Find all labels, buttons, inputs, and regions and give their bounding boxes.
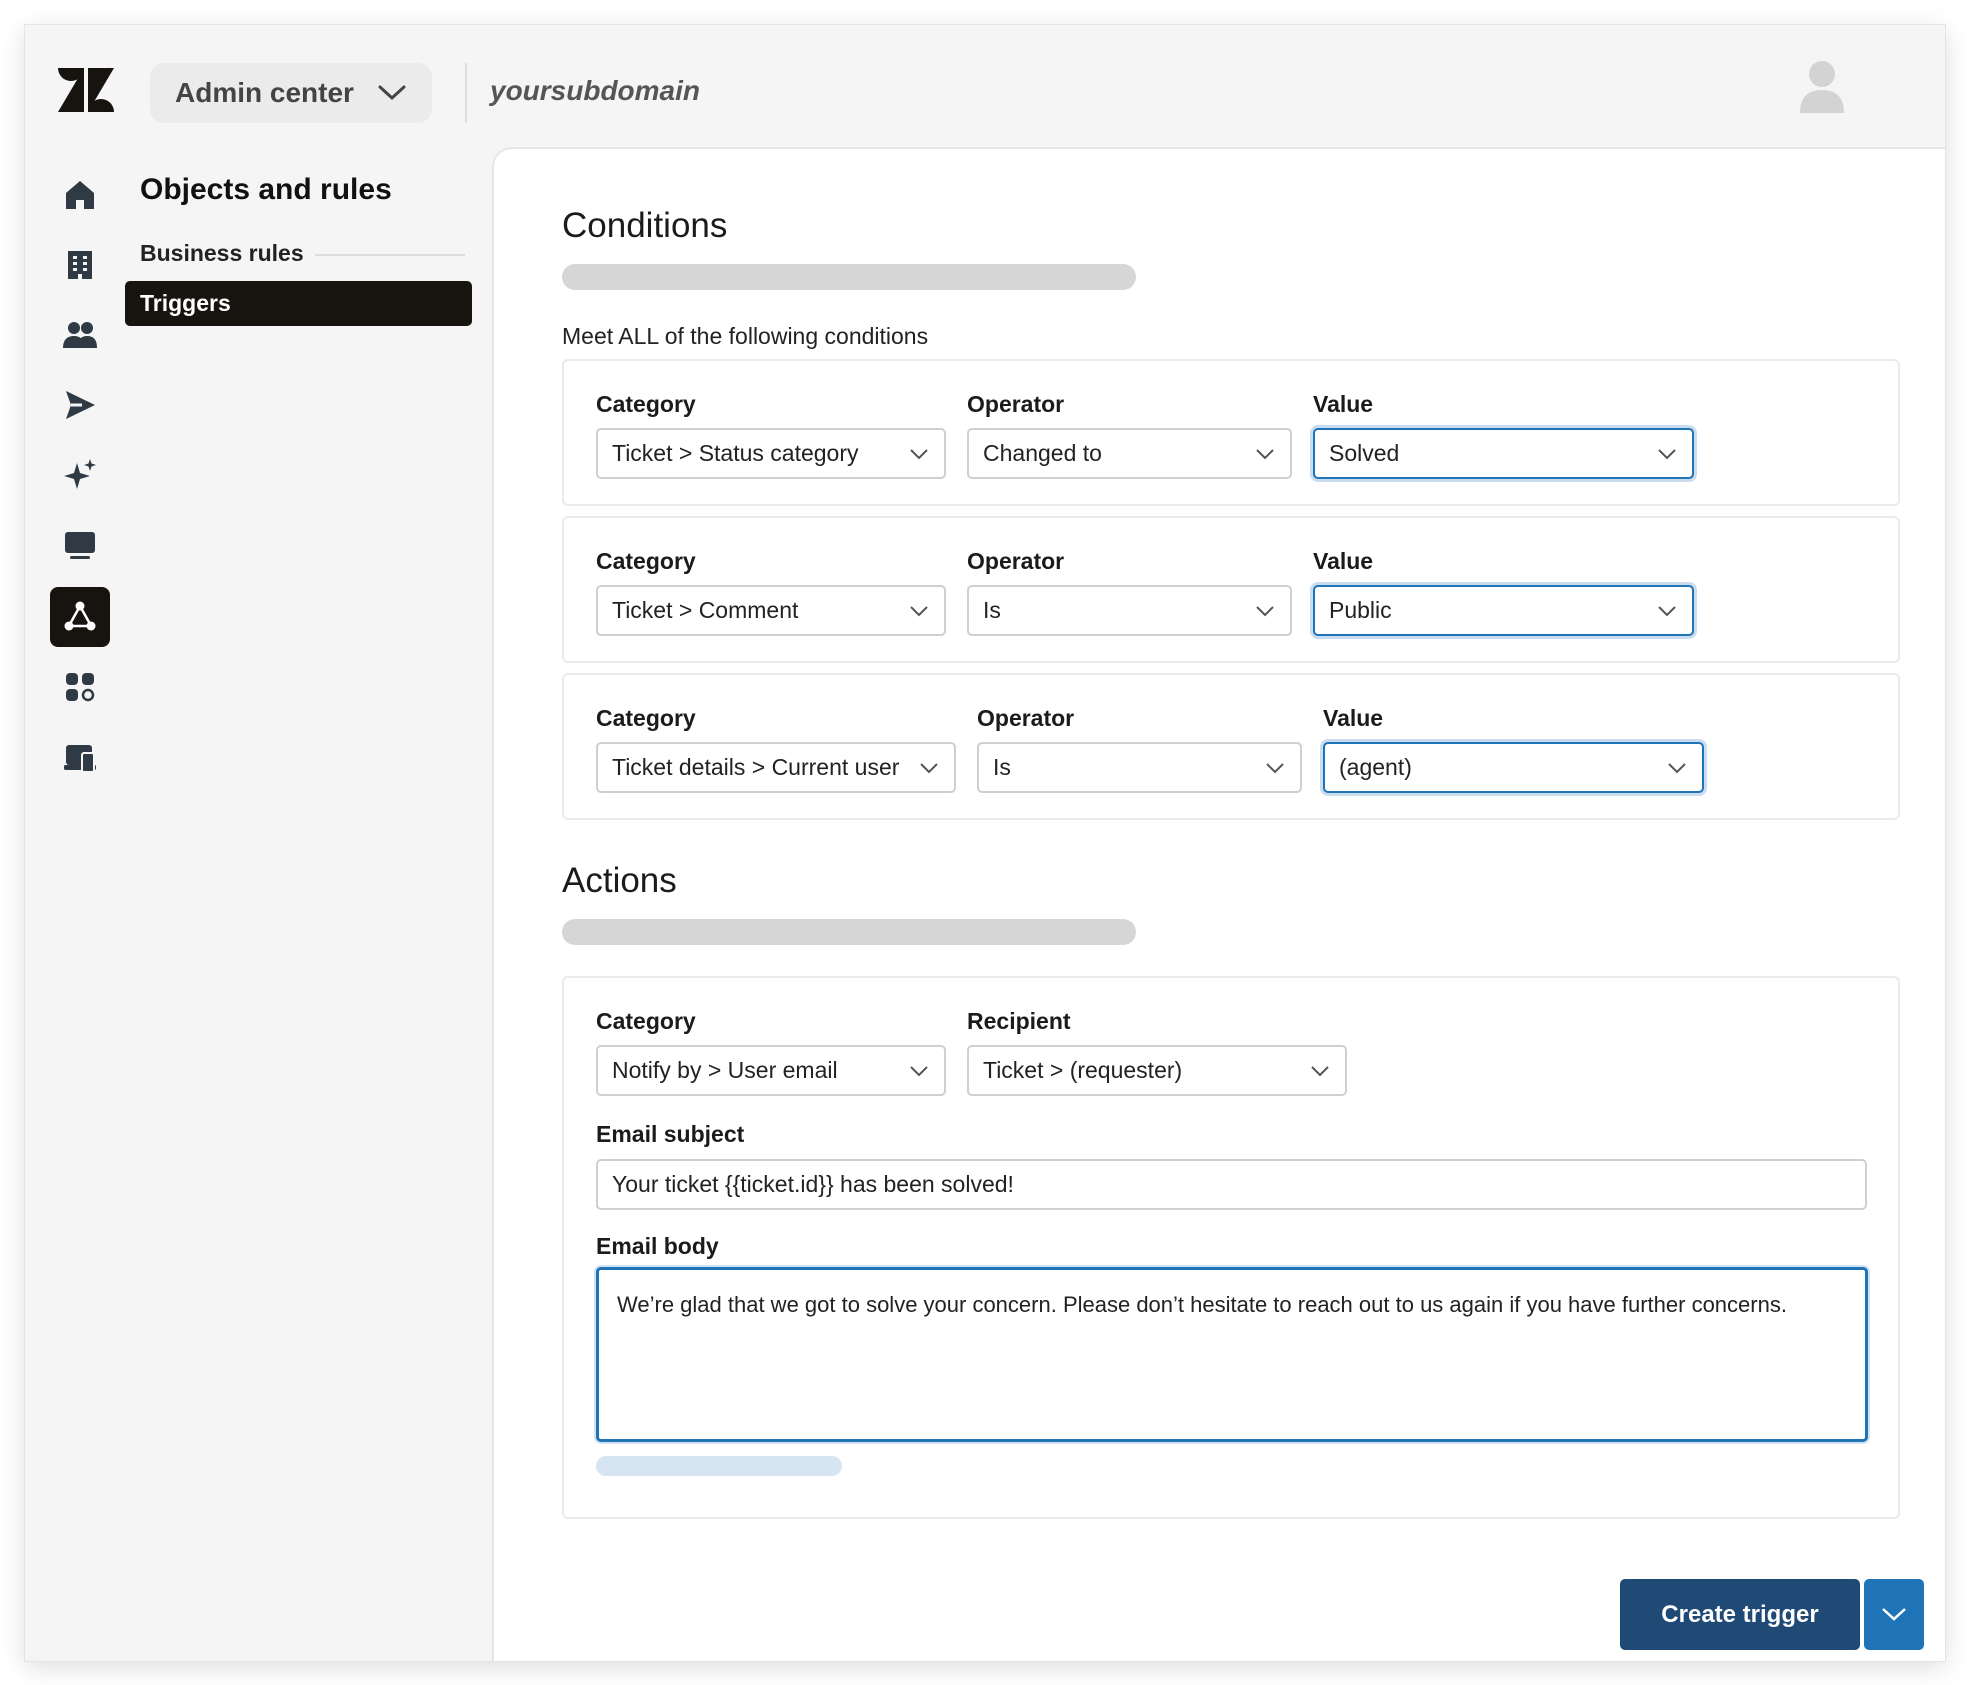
operator-select-value: Is [983, 597, 1001, 623]
header-divider [465, 63, 467, 123]
value-label: Value [1313, 391, 1374, 417]
chevron-down-icon [920, 763, 938, 774]
chevron-down-icon [1256, 606, 1274, 617]
conditions-description-placeholder [562, 264, 1136, 290]
condition-row: Category Ticket > Status category Operat… [562, 359, 1900, 506]
value-select-value: (agent) [1339, 754, 1412, 780]
category-label: Category [596, 391, 696, 417]
rail-workspaces[interactable] [50, 515, 110, 575]
value-select[interactable]: Public [1313, 585, 1694, 636]
operator-label: Operator [967, 391, 1065, 417]
apps-icon [66, 673, 95, 702]
condition-row: Category Ticket details > Current user O… [562, 673, 1900, 820]
condition-row: Category Ticket > Comment Operator Is Va… [562, 516, 1900, 663]
meet-all-label: Meet ALL of the following conditions [562, 323, 929, 349]
action-category-label: Category [596, 1008, 696, 1034]
nav-title: Objects and rules [140, 173, 392, 206]
chevron-down-icon [1658, 606, 1676, 617]
admin-window: Admin center yoursubdomain Objects and r… [25, 25, 1945, 1661]
category-label: Category [596, 548, 696, 574]
chevron-down-icon [910, 606, 928, 617]
devices-icon [64, 745, 96, 773]
home-icon [66, 181, 94, 209]
rail-channels[interactable] [50, 375, 110, 435]
recipient-label: Recipient [967, 1008, 1071, 1034]
category-select-value: Ticket > Status category [612, 440, 859, 466]
sparkle-icon [64, 459, 96, 489]
zendesk-logo[interactable] [58, 68, 114, 112]
people-icon [63, 322, 97, 348]
user-avatar-icon[interactable] [1797, 58, 1847, 118]
objects-rules-icon [64, 601, 96, 631]
category-select[interactable]: Ticket > Status category [596, 428, 946, 479]
send-icon [66, 391, 95, 419]
category-select-value: Ticket details > Current user [612, 754, 900, 780]
create-trigger-menu-button[interactable] [1864, 1579, 1924, 1650]
value-select-value: Public [1329, 597, 1392, 623]
chevron-down-icon [1266, 763, 1284, 774]
email-subject-input[interactable]: Your ticket {{ticket.id}} has been solve… [596, 1159, 1867, 1210]
actions-title: Actions [562, 861, 677, 900]
operator-select[interactable]: Changed to [967, 428, 1292, 479]
nav-item-triggers[interactable]: Triggers [125, 281, 472, 326]
rail-home[interactable] [50, 165, 110, 225]
main-panel: Conditions Meet ALL of the following con… [492, 147, 1945, 1661]
rail-ai[interactable] [50, 445, 110, 505]
placeholder-hint-bar [596, 1456, 842, 1476]
value-select[interactable]: (agent) [1323, 742, 1704, 793]
value-select-value: Solved [1329, 440, 1400, 466]
chevron-down-icon [1256, 449, 1274, 460]
chevron-down-icon [1658, 449, 1676, 460]
conditions-title: Conditions [562, 206, 728, 245]
subdomain-label: yoursubdomain [490, 75, 701, 106]
rail-account[interactable] [50, 727, 110, 787]
rail-people[interactable] [50, 305, 110, 365]
category-select-value: Ticket > Comment [612, 597, 799, 623]
operator-select-value: Is [993, 754, 1011, 780]
nav-section-divider [315, 254, 465, 256]
operator-select[interactable]: Is [967, 585, 1292, 636]
action-category-select[interactable]: Notify by > User email [596, 1045, 946, 1096]
category-label: Category [596, 705, 696, 731]
chevron-down-icon [1668, 763, 1686, 774]
value-label: Value [1313, 548, 1374, 574]
product-switcher[interactable]: Admin center [150, 63, 432, 123]
operator-select[interactable]: Is [977, 742, 1302, 793]
create-trigger-button[interactable]: Create trigger [1620, 1579, 1860, 1650]
category-select[interactable]: Ticket details > Current user [596, 742, 956, 793]
operator-label: Operator [967, 548, 1065, 574]
product-switcher-label: Admin center [175, 77, 354, 108]
operator-label: Operator [977, 705, 1075, 731]
rail-objects-rules[interactable] [50, 587, 110, 647]
operator-select-value: Changed to [983, 440, 1102, 466]
recipient-select[interactable]: Ticket > (requester) [967, 1045, 1347, 1096]
chevron-down-icon [378, 85, 406, 101]
email-body-textarea[interactable]: We’re glad that we got to solve your con… [596, 1267, 1868, 1442]
action-category-value: Notify by > User email [612, 1057, 838, 1083]
monitor-icon [65, 532, 95, 559]
actions-description-placeholder [562, 919, 1136, 945]
email-body-label: Email body [596, 1233, 719, 1259]
chevron-down-icon [910, 449, 928, 460]
chevron-down-icon [1311, 1066, 1329, 1077]
email-subject-label: Email subject [596, 1121, 745, 1147]
recipient-select-value: Ticket > (requester) [983, 1057, 1183, 1083]
value-label: Value [1323, 705, 1384, 731]
rail-apps[interactable] [50, 657, 110, 717]
nav-section-business-rules: Business rules [140, 240, 304, 266]
building-icon [68, 251, 92, 279]
category-select[interactable]: Ticket > Comment [596, 585, 946, 636]
rail-building[interactable] [50, 235, 110, 295]
chevron-down-icon [1882, 1608, 1906, 1621]
chevron-down-icon [910, 1066, 928, 1077]
action-card: Category Notify by > User email Recipien… [562, 976, 1900, 1519]
value-select[interactable]: Solved [1313, 428, 1694, 479]
